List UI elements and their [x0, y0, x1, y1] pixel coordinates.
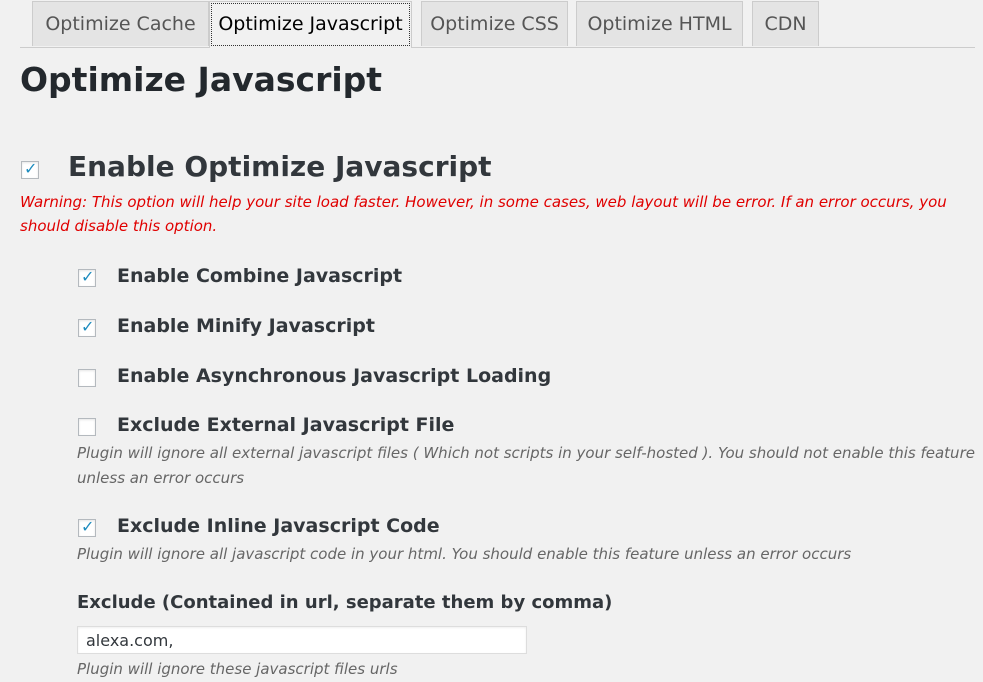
checkmark-icon: ✓: [81, 517, 95, 536]
enable-minify-javascript-label: Enable Minify Javascript: [117, 315, 375, 337]
enable-combine-javascript-label: Enable Combine Javascript: [117, 265, 403, 287]
checkmark-icon: ✓: [81, 317, 95, 336]
exclude-inline-javascript-label: Exclude Inline Javascript Code: [117, 515, 440, 537]
exclude-external-javascript-label: Exclude External Javascript File: [117, 414, 455, 436]
exclude-urls-description: Plugin will ignore these javascript file…: [77, 660, 398, 678]
checkmark-icon: ✓: [24, 159, 38, 178]
enable-async-javascript-checkbox[interactable]: [78, 369, 96, 387]
tab-optimize-javascript[interactable]: Optimize Javascript: [209, 1, 412, 48]
tab-optimize-html[interactable]: Optimize HTML: [576, 1, 743, 46]
enable-combine-javascript-checkbox[interactable]: ✓: [78, 267, 96, 287]
exclude-urls-label: Exclude (Contained in url, separate them…: [77, 592, 613, 613]
exclude-inline-javascript-checkbox[interactable]: ✓: [78, 517, 96, 537]
enable-optimize-javascript-label: Enable Optimize Javascript: [68, 150, 492, 183]
enable-optimize-javascript-checkbox[interactable]: ✓: [21, 159, 39, 179]
exclude-urls-input[interactable]: [77, 626, 527, 654]
tab-bar: Optimize Cache Optimize Javascript Optim…: [20, 0, 975, 48]
exclude-external-javascript-description: Plugin will ignore all external javascri…: [77, 444, 975, 487]
enable-minify-javascript-checkbox[interactable]: ✓: [78, 317, 96, 337]
exclude-inline-javascript-description: Plugin will ignore all javascript code i…: [77, 545, 852, 563]
tab-optimize-cache[interactable]: Optimize Cache: [32, 1, 209, 46]
warning-text: Warning: This option will help your site…: [20, 193, 947, 235]
page-title: Optimize Javascript: [20, 60, 383, 99]
exclude-external-javascript-checkbox[interactable]: [78, 418, 96, 436]
tab-cdn[interactable]: CDN: [752, 1, 819, 46]
checkmark-icon: ✓: [81, 267, 95, 286]
tab-optimize-css[interactable]: Optimize CSS: [421, 1, 568, 46]
enable-async-javascript-label: Enable Asynchronous Javascript Loading: [117, 365, 552, 387]
